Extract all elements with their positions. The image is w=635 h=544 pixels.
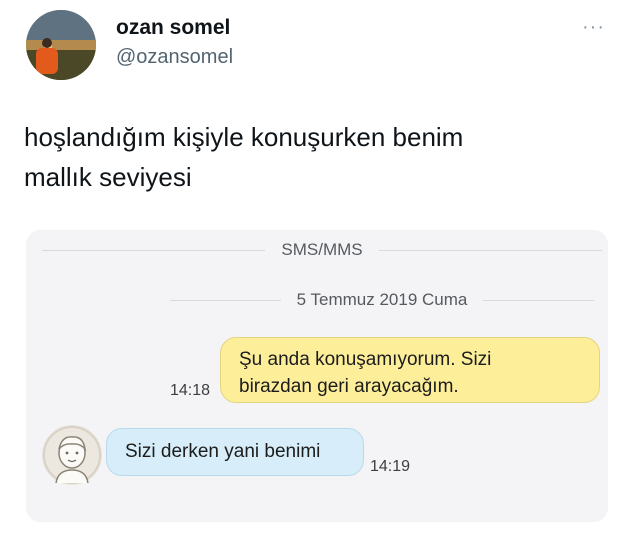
tweet: ozan somel @ozansomel ··· hoşlandığım ki… [0, 0, 635, 544]
outgoing-message-time: 14:18 [170, 382, 211, 399]
date-label: 5 Temmuz 2019 Cuma [296, 290, 468, 309]
author-name[interactable]: ozan somel [116, 16, 230, 40]
message-text: Sizi derken yani benimi [125, 441, 321, 462]
divider [483, 299, 594, 301]
incoming-message-time: 14:19 [370, 458, 411, 475]
more-options-icon[interactable]: ··· [582, 17, 605, 37]
conversation-type-label: SMS/MMS [281, 240, 363, 259]
tweet-text: hoşlandığım kişiyle konuşurken benim mal… [24, 117, 604, 197]
author-handle[interactable]: @ozansomel [116, 46, 233, 69]
date-separator: 5 Temmuz 2019 Cuma [26, 288, 608, 312]
divider [378, 249, 603, 251]
tweet-media-screenshot[interactable]: SMS/MMS 5 Temmuz 2019 Cuma Şu anda konuş… [26, 230, 608, 522]
author-avatar[interactable] [26, 10, 96, 80]
contact-avatar-icon [42, 425, 102, 485]
divider [170, 299, 281, 301]
tweet-text-line: hoşlandığım kişiyle konuşurken benim [24, 122, 464, 152]
divider [42, 249, 266, 251]
tweet-text-line: mallık seviyesi [24, 162, 192, 192]
message-text-line: birazdan geri arayacağım. [239, 376, 459, 397]
conversation-header: SMS/MMS [26, 238, 608, 262]
message-text-line: Şu anda konuşamıyorum. Sizi [239, 349, 492, 370]
incoming-message-bubble: Sizi derken yani benimi [106, 428, 364, 476]
outgoing-message-bubble: Şu anda konuşamıyorum. Sizi birazdan ger… [220, 337, 600, 403]
